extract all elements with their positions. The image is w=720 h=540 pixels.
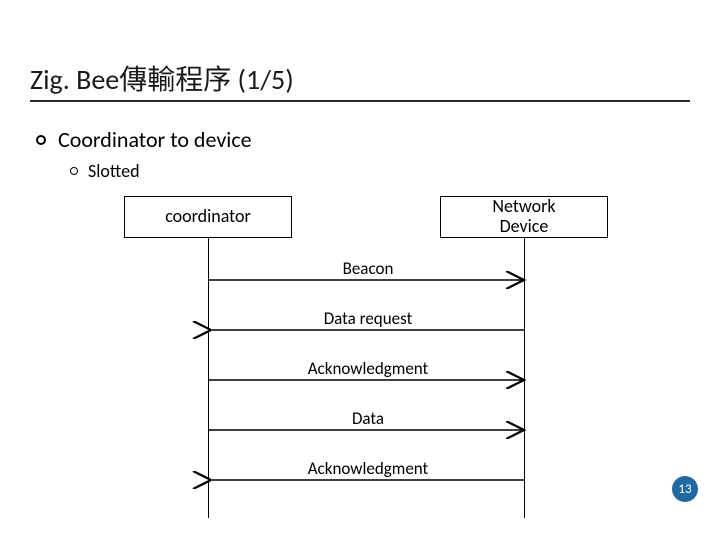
bullet-1-text: Coordinator to device — [58, 126, 252, 153]
bullet-2-text: Slotted — [88, 160, 140, 182]
slide-title: Zig. Bee傳輸程序 (1/5) — [30, 58, 294, 98]
msg-label-3: Data — [208, 408, 528, 429]
bullet-level-1: Coordinator to device — [36, 126, 252, 153]
bullet-level-2: Slotted — [70, 160, 140, 182]
title-underline — [30, 100, 690, 102]
slide: Zig. Bee傳輸程序 (1/5) Coordinator to device… — [0, 0, 720, 540]
msg-label-1: Data request — [208, 308, 528, 329]
page-number-badge: 13 — [672, 476, 698, 502]
bullet-hollow-icon — [70, 167, 78, 175]
msg-label-4: Acknowledgment — [208, 458, 528, 479]
msg-label-2: Acknowledgment — [208, 358, 528, 379]
sequence-diagram: coordinator Network Device Beacon Da — [0, 190, 720, 530]
bullet-hollow-icon — [36, 135, 46, 145]
msg-label-0: Beacon — [208, 258, 528, 279]
